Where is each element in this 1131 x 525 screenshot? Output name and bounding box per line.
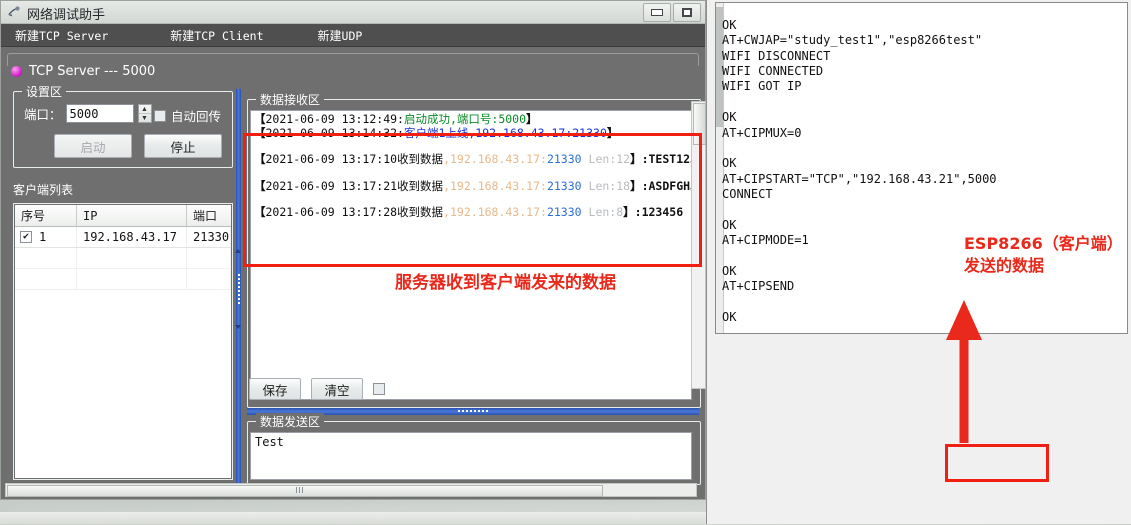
terminal-text: OK AT+CWJAP="study_test1","esp8266test" …: [722, 18, 997, 324]
start-button[interactable]: 启动: [54, 134, 132, 158]
row-index-value: 1: [39, 230, 47, 244]
auto-reply-checkbox[interactable]: [154, 109, 166, 122]
client-table-header: 序号 IP 端口: [15, 205, 231, 227]
splitter-down-arrow-icon[interactable]: [235, 325, 241, 329]
row-index-cell: 1: [15, 227, 77, 247]
send-area-caption: 数据发送区: [256, 413, 325, 430]
log-bracket: 【: [254, 112, 266, 126]
hex-display-row[interactable]: Hex显示: [373, 381, 434, 398]
column-header-index: 序号: [15, 205, 77, 226]
menu-bar: 新建TCP Server 新建TCP Client 新建UDP: [1, 24, 705, 47]
status-dot-icon: [11, 65, 22, 77]
log-message: 启动成功,端口号:5000: [403, 112, 527, 126]
client-list-box: 序号 IP 端口 1 192.168.43.17 21330: [13, 203, 233, 480]
annotation-client-note: ESP8266（客户端）发送的数据: [964, 234, 1123, 275]
annotation-arrow-icon: [946, 300, 982, 443]
window-horizontal-scrollbar[interactable]: [5, 483, 697, 497]
column-header-ip: IP: [77, 205, 187, 226]
port-spinner[interactable]: ▲ ▼: [137, 104, 152, 123]
stop-button[interactable]: 停止: [144, 134, 222, 158]
minimize-button[interactable]: [643, 3, 671, 22]
column-header-port: 端口: [193, 209, 218, 223]
server-status-header: TCP Server --- 5000: [11, 61, 341, 81]
menu-item-new-tcp-server[interactable]: 新建TCP Server: [5, 25, 118, 46]
annotation-box-received-data: [243, 133, 702, 267]
auto-reply-row[interactable]: 自动回传: [154, 106, 221, 125]
port-input[interactable]: [65, 104, 134, 123]
log-line: 【2021-06-09 13:12:49:启动成功,端口号:5000】: [254, 112, 688, 126]
restore-button[interactable]: [673, 3, 701, 22]
row-checkbox[interactable]: [20, 231, 32, 243]
app-icon: [8, 6, 20, 17]
settings-caption: 设置区: [22, 83, 67, 100]
server-label: TCP Server --- 5000: [29, 63, 156, 79]
client-list-caption: 客户端列表: [13, 183, 74, 197]
table-row[interactable]: 1 192.168.43.17 21330: [15, 227, 231, 248]
port-label: 端口：: [24, 108, 62, 122]
port-row: 端口： ▲▼: [24, 104, 152, 123]
hex-display-label: Hex显示: [390, 382, 434, 397]
auto-reply-label: 自动回传: [171, 110, 222, 124]
receive-toolbar: 保存 清空 Hex显示: [249, 376, 699, 402]
send-textarea[interactable]: Test: [250, 432, 692, 480]
row-ip-cell: 192.168.43.17: [77, 227, 187, 247]
title-bar: 网络调试助手: [1, 1, 705, 24]
receive-area-caption: 数据接收区: [256, 91, 325, 108]
menu-item-new-tcp-client[interactable]: 新建TCP Client: [160, 25, 273, 46]
client-table: 序号 IP 端口 1 192.168.43.17 21330: [15, 205, 231, 478]
send-area-group: 数据发送区 Test: [247, 413, 701, 485]
client-list-group: 客户端列表 序号 IP 端口 1 192.168.43.17 21330: [13, 183, 233, 484]
log-timestamp: 2021-06-09 13:12:49:: [265, 112, 404, 126]
clear-button[interactable]: 清空: [311, 378, 363, 400]
settings-group: 设置区 端口： ▲▼ 自动回传 启动 停止: [13, 83, 233, 168]
splitter-up-arrow-icon[interactable]: [235, 249, 241, 253]
window-title: 网络调试助手: [27, 8, 106, 23]
save-button[interactable]: 保存: [249, 378, 301, 400]
row-port-cell: 21330: [187, 227, 231, 247]
menu-item-new-udp[interactable]: 新建UDP: [308, 25, 373, 46]
window-controls: [643, 3, 701, 22]
annotation-box-send-input: [945, 444, 1049, 482]
hex-display-checkbox[interactable]: [373, 383, 385, 395]
terminal-output-panel[interactable]: OK AT+CWJAP="study_test1","esp8266test" …: [715, 2, 1128, 334]
annotation-server-note: 服务器收到客户端发来的数据: [395, 273, 616, 293]
log-bracket: 】: [526, 112, 538, 126]
